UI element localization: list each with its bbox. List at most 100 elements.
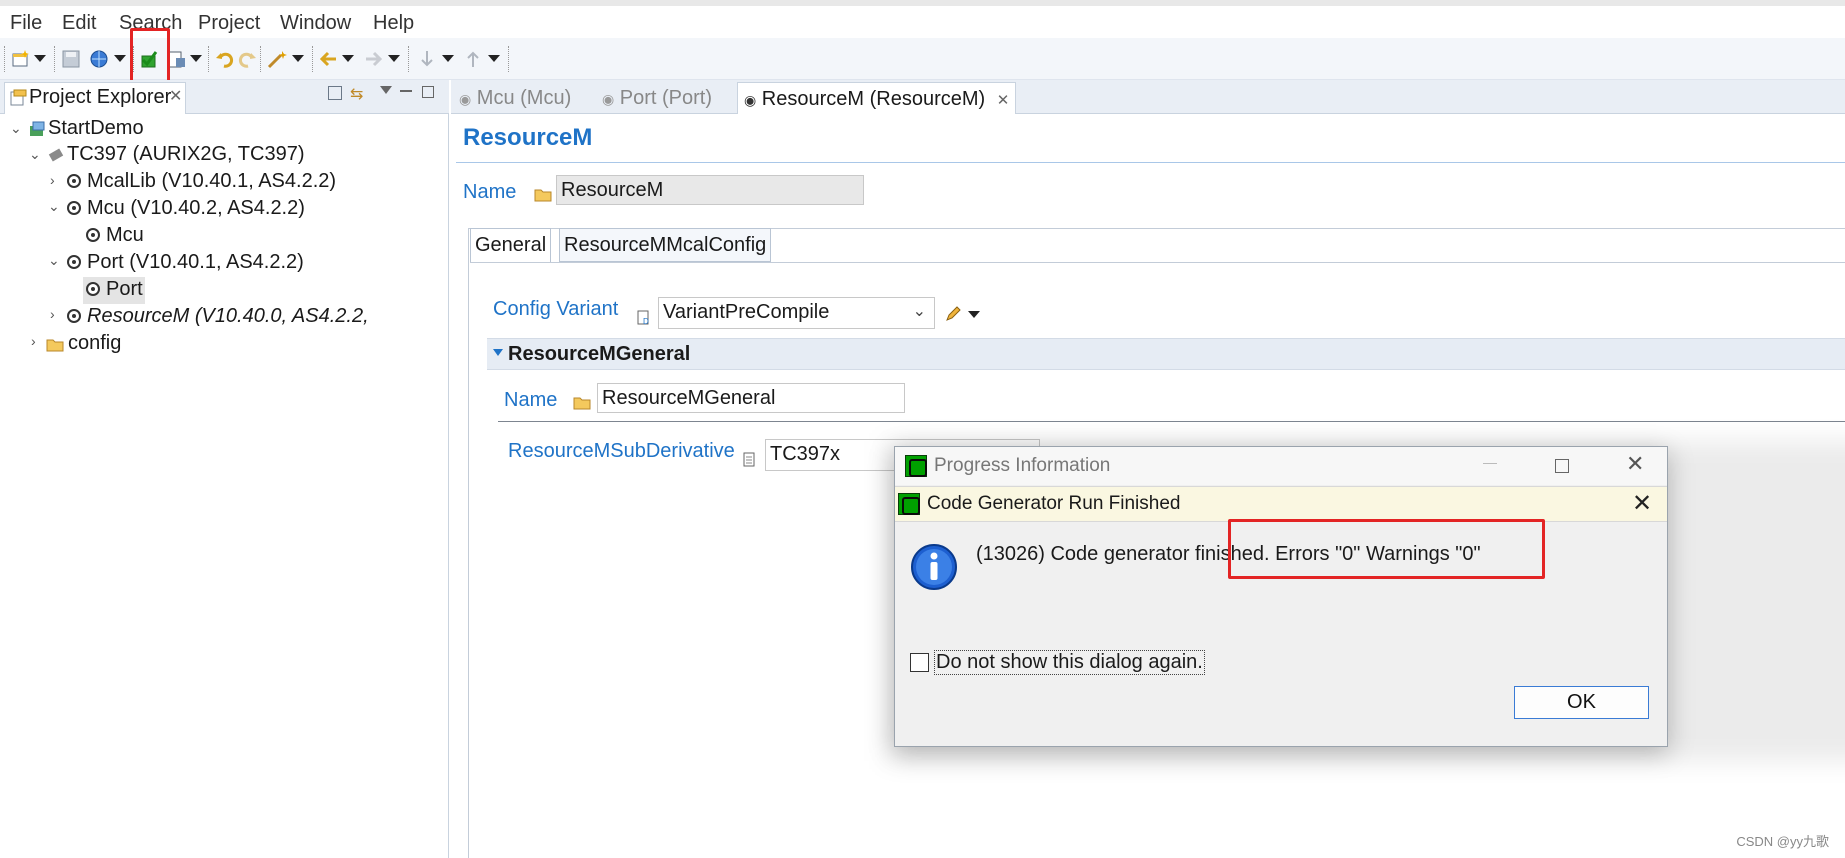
section-collapse-icon[interactable]	[493, 349, 503, 356]
menu-window[interactable]: Window	[280, 12, 351, 35]
new-dropdown-icon[interactable]	[34, 55, 46, 62]
ok-button[interactable]: OK	[1514, 686, 1649, 719]
config-variant-value: VariantPreCompile	[663, 301, 830, 323]
forward-icon[interactable]	[362, 48, 384, 70]
tree-item-port-module[interactable]: Port (V10.40.1, AS4.2.2)	[87, 249, 304, 275]
tab-port[interactable]: ◉ Port (Port)	[602, 82, 712, 114]
toolbar-separator	[4, 46, 5, 72]
maximize-icon[interactable]	[422, 86, 434, 98]
expand-chevron-icon[interactable]: ⌄	[29, 146, 41, 163]
tree-item-mcu-config[interactable]: Mcu	[106, 222, 144, 248]
name-label: Name	[463, 181, 517, 203]
tree-item-mcu-module[interactable]: Mcu (V10.40.2, AS4.2.2)	[87, 195, 305, 221]
subtab-resourcemmcalconfig[interactable]: ResourceMMcalConfig	[559, 228, 772, 262]
edit-dropdown-icon[interactable]	[968, 311, 980, 318]
inner-titlebar: Code Generator Run Finished ✕	[895, 486, 1667, 522]
tree-item-startdemo[interactable]: StartDemo	[48, 115, 144, 141]
config-variant-label: Config Variant	[493, 298, 619, 320]
collapsed-chevron-icon[interactable]: ›	[31, 333, 36, 349]
tree-item-mcallib[interactable]: McalLib (V10.40.1, AS4.2.2)	[87, 168, 336, 194]
expand-chevron-icon[interactable]: ⌄	[48, 198, 60, 215]
section-title: ResourceMGeneral	[508, 343, 691, 365]
redo-icon[interactable]	[236, 48, 258, 70]
new-icon[interactable]	[10, 48, 32, 70]
minimize-icon[interactable]	[1483, 463, 1497, 464]
pencil-icon[interactable]	[944, 305, 962, 323]
config-icon: ◉	[459, 91, 472, 107]
folder-icon	[46, 339, 64, 352]
view-menu-icon[interactable]	[380, 86, 392, 94]
minimize-icon[interactable]	[400, 90, 412, 92]
save-icon[interactable]	[60, 48, 82, 70]
menu-project[interactable]: Project	[198, 12, 260, 35]
module-icon	[67, 201, 81, 215]
expand-chevron-icon[interactable]: ⌄	[10, 120, 22, 137]
close-icon[interactable]: ✕	[1632, 489, 1652, 518]
back-dropdown-icon[interactable]	[342, 55, 354, 62]
close-icon[interactable]: ✕	[997, 92, 1010, 109]
globe-dropdown-icon[interactable]	[114, 55, 126, 62]
up-dropdown-icon[interactable]	[488, 55, 500, 62]
app-icon	[905, 455, 927, 477]
collapse-all-icon[interactable]	[328, 86, 342, 100]
tree-item-tc397[interactable]: TC397 (AURIX2G, TC397)	[67, 141, 305, 167]
section-name-field[interactable]: ResourceMGeneral	[597, 383, 905, 413]
wand-dropdown-icon[interactable]	[292, 55, 304, 62]
down-dropdown-icon[interactable]	[442, 55, 454, 62]
menu-file[interactable]: File	[10, 12, 42, 35]
tree-item-resourcem[interactable]: ResourceM (V10.40.0, AS4.2.2,	[87, 303, 369, 329]
tab-resourcem-label: ResourceM (ResourceM)	[761, 88, 986, 110]
close-icon[interactable]: ✕	[169, 86, 182, 106]
collapsed-chevron-icon[interactable]: ›	[50, 306, 55, 322]
link-editor-icon[interactable]: ⇆	[350, 84, 363, 104]
folder-open-icon	[573, 397, 591, 410]
down-arrow-icon[interactable]	[416, 48, 438, 70]
toolbar	[0, 38, 1845, 80]
tab-mcu[interactable]: ◉ Mcu (Mcu)	[459, 82, 571, 114]
section-divider	[498, 421, 1845, 422]
outer-title: Progress Information	[934, 455, 1111, 476]
undo-icon[interactable]	[214, 48, 236, 70]
project-icon	[30, 121, 45, 136]
toolbar-separator	[508, 46, 509, 72]
config-icon	[86, 228, 100, 242]
outer-titlebar: Progress Information ✕	[895, 447, 1667, 485]
editor-title: ResourceM	[463, 124, 593, 151]
maximize-icon[interactable]	[1555, 459, 1569, 473]
globe-icon[interactable]	[88, 48, 110, 70]
forward-dropdown-icon[interactable]	[388, 55, 400, 62]
chevron-down-icon: ⌄	[912, 303, 926, 320]
dont-show-checkbox[interactable]	[910, 653, 929, 672]
close-icon[interactable]: ✕	[1626, 451, 1644, 477]
highlight-generate-button	[130, 28, 170, 88]
menu-help[interactable]: Help	[373, 12, 414, 35]
tree-item-port-config[interactable]: Port	[106, 276, 143, 302]
dont-show-label[interactable]: Do not show this dialog again.	[934, 650, 1205, 675]
tab-resourcem[interactable]: ◉ ResourceM (ResourceM) ✕	[737, 82, 1017, 114]
config-variant-select[interactable]: VariantPreCompile ⌄	[658, 297, 935, 329]
project-explorer-tab[interactable]: Project Explorer ✕	[4, 82, 186, 114]
up-arrow-icon[interactable]	[462, 48, 484, 70]
toolbar-separator	[54, 46, 55, 72]
subderivative-label: ResourceMSubDerivative	[508, 440, 735, 462]
menu-edit[interactable]: Edit	[62, 12, 96, 35]
name-field[interactable]: ResourceM	[556, 175, 864, 205]
watermark: CSDN @yy九歌	[1736, 834, 1829, 849]
tab-mcu-label: Mcu (Mcu)	[476, 87, 572, 109]
wand-icon[interactable]	[266, 48, 288, 70]
subtab-general[interactable]: General	[470, 228, 552, 262]
back-icon[interactable]	[318, 48, 340, 70]
tab-port-label: Port (Port)	[619, 87, 713, 109]
build-dropdown-icon[interactable]	[190, 55, 202, 62]
config-icon: ◉	[602, 91, 615, 107]
section-header[interactable]: ResourceMGeneral	[487, 338, 1845, 370]
module-icon	[67, 174, 81, 188]
explorer-view-controls: ⇆	[328, 86, 448, 108]
menu-bar: File Edit Search Project Window Help	[0, 0, 1845, 38]
collapsed-chevron-icon[interactable]: ›	[50, 172, 55, 188]
expand-chevron-icon[interactable]: ⌄	[48, 252, 60, 269]
svg-text:D: D	[643, 317, 649, 326]
config-icon: ◉	[744, 92, 757, 108]
document-icon	[743, 452, 755, 467]
tree-item-config[interactable]: config	[68, 330, 121, 356]
